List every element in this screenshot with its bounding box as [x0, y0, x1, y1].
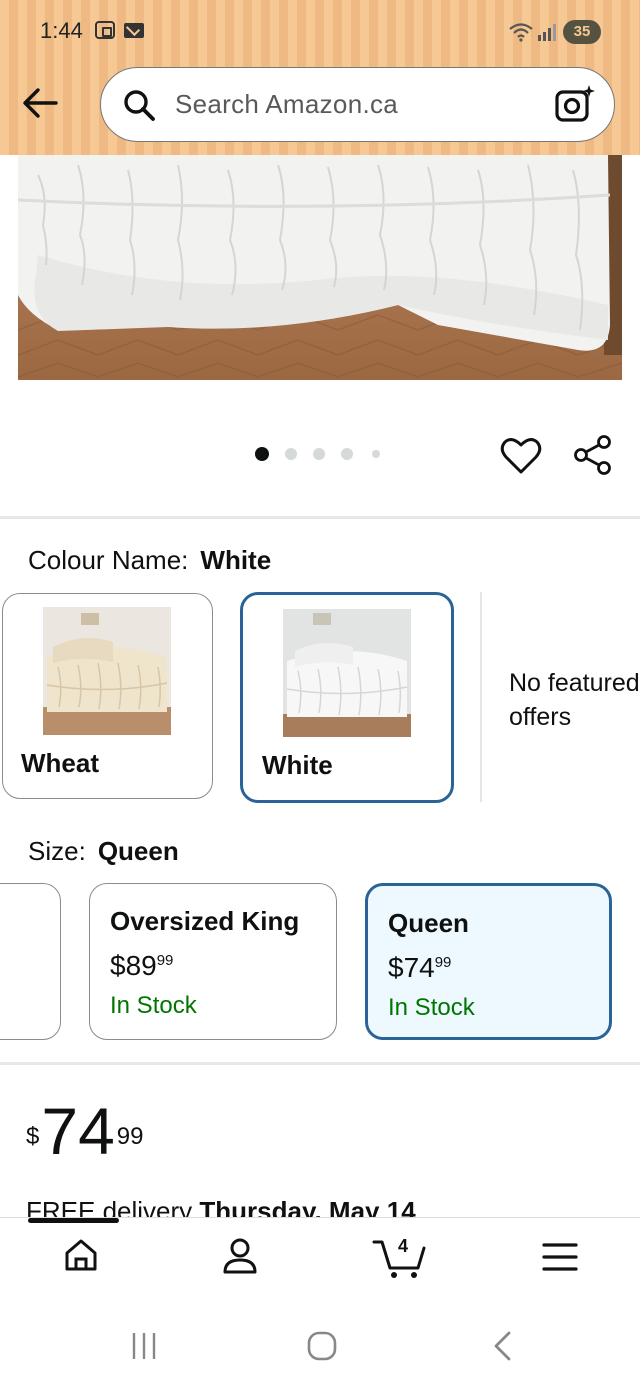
recent-apps-icon[interactable] — [128, 1330, 160, 1362]
section-divider — [0, 1062, 640, 1065]
carousel-dot-4[interactable] — [341, 448, 353, 460]
search-icon — [124, 90, 155, 121]
size-option-stock: In Stock — [388, 994, 475, 1021]
section-divider — [0, 516, 640, 519]
size-selected-value: Queen — [97, 836, 179, 866]
carousel-dot-3[interactable] — [313, 448, 325, 460]
size-label: Size: — [28, 836, 86, 866]
product-image[interactable] — [18, 155, 622, 380]
camera-search-icon[interactable] — [553, 82, 597, 126]
search-input[interactable]: Search Amazon.ca — [175, 89, 398, 120]
screenshot-icon — [95, 21, 115, 39]
system-navigation-bar — [0, 1300, 640, 1388]
carousel-dot-2[interactable] — [285, 448, 297, 460]
colour-label: Colour Name: — [28, 545, 189, 575]
mail-icon — [124, 23, 144, 38]
colour-label-row: Colour Name: White — [28, 545, 271, 576]
colour-selected-value: White — [200, 545, 272, 575]
no-featured-offers-text: No featured offers — [509, 669, 640, 731]
size-option-title: Queen — [388, 908, 469, 938]
share-icon[interactable] — [573, 434, 613, 476]
colour-option-label: White — [262, 750, 333, 780]
white-thumbnail — [283, 609, 411, 737]
wheat-thumbnail — [43, 607, 171, 735]
size-option-queen[interactable]: Queen $7499 In Stock — [365, 883, 612, 1040]
back-arrow-icon[interactable] — [18, 80, 64, 126]
back-button-icon[interactable] — [490, 1330, 516, 1362]
size-option-price: $8999 — [110, 950, 174, 981]
menu-icon[interactable] — [542, 1242, 578, 1272]
carousel-dot-1[interactable] — [255, 447, 269, 461]
app-header: 1:44 35 Search Amazon.ca — [0, 0, 640, 155]
battery-indicator: 35 — [563, 20, 601, 44]
search-bar[interactable]: Search Amazon.ca — [100, 67, 615, 142]
size-option-partial[interactable] — [0, 883, 61, 1040]
delivery-info: FREE delivery Thursday, May 14 — [26, 1196, 416, 1218]
signal-icon — [538, 24, 556, 41]
size-option-title: Oversized King — [110, 906, 300, 936]
colour-option-white[interactable]: White — [240, 592, 454, 803]
home-icon[interactable] — [62, 1236, 100, 1274]
status-time: 1:44 — [40, 18, 83, 43]
bottom-navigation — [0, 1217, 640, 1301]
product-photo-graphic — [18, 155, 622, 380]
home-button-icon[interactable] — [306, 1330, 338, 1362]
size-option-stock: In Stock — [110, 992, 197, 1019]
size-option-price: $7499 — [388, 952, 452, 983]
colour-option-wheat[interactable]: Wheat — [2, 593, 213, 799]
swatch-separator — [480, 592, 482, 802]
product-price: $7499 — [26, 1094, 144, 1168]
colour-option-label: Wheat — [21, 748, 99, 778]
size-option-oversized-king[interactable]: Oversized King $8999 In Stock — [89, 883, 337, 1040]
account-icon[interactable] — [221, 1236, 259, 1276]
carousel-dot-5[interactable] — [372, 450, 380, 458]
wifi-icon — [509, 23, 533, 42]
active-tab-indicator — [28, 1218, 119, 1223]
cart-count-badge: 4 — [398, 1236, 409, 1256]
status-bar: 1:44 35 — [0, 0, 640, 64]
size-label-row: Size: Queen — [28, 836, 179, 867]
heart-icon[interactable] — [500, 436, 542, 476]
